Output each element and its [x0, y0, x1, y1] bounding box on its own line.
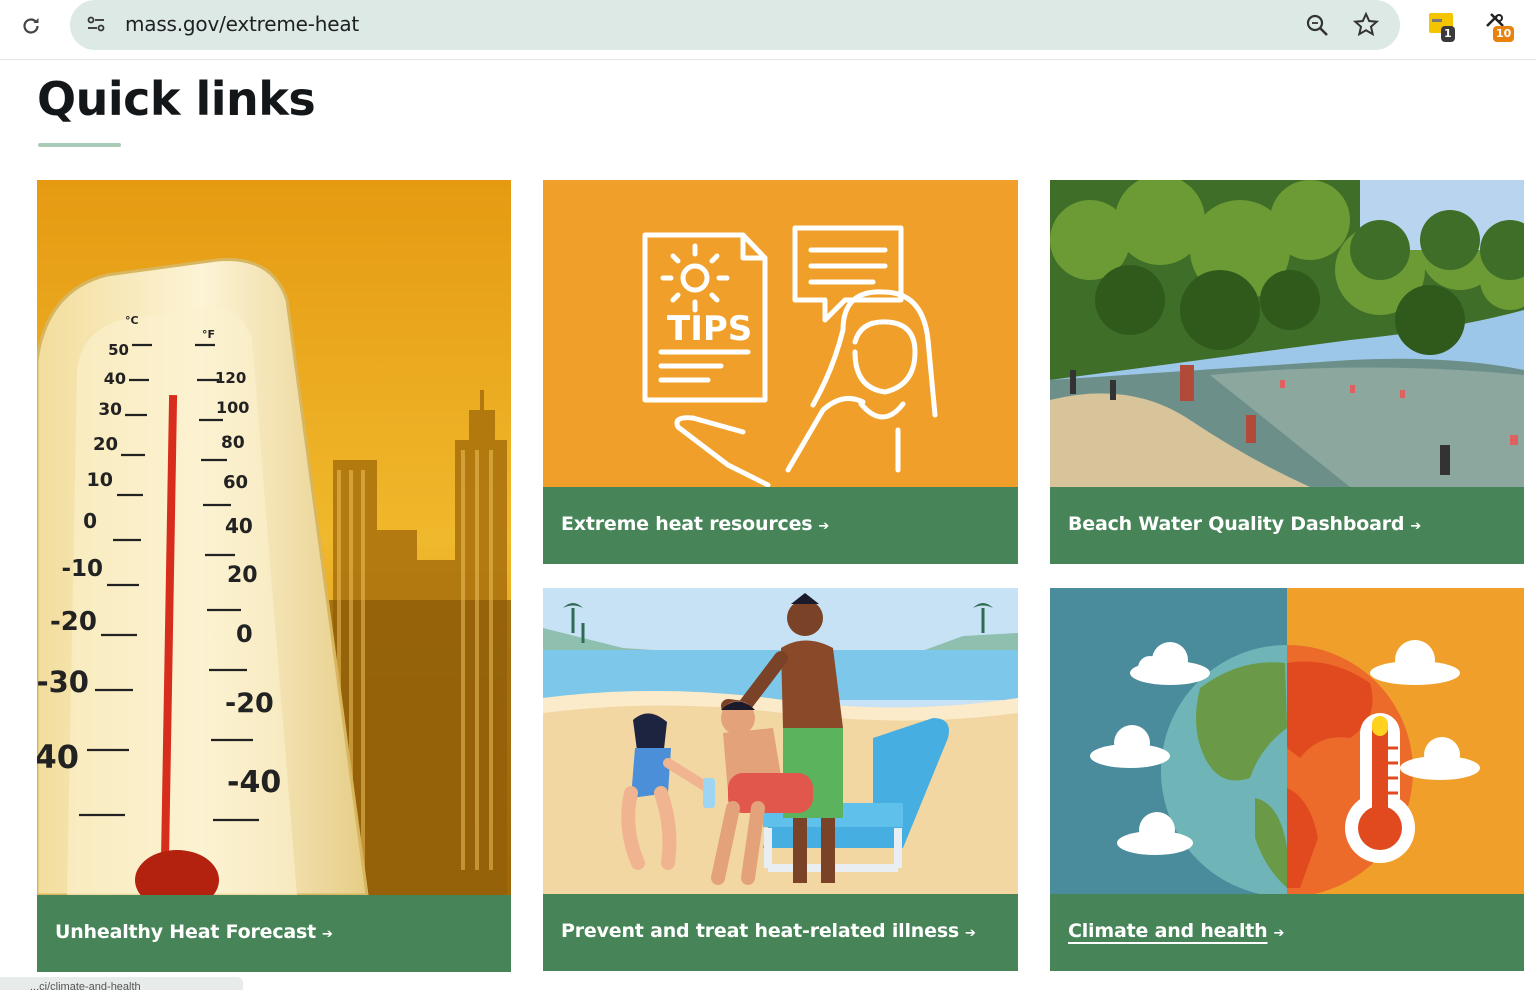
fahrenheit-tick: -40 — [227, 765, 281, 800]
card-unhealthy-heat-forecast[interactable]: °C °F 50 40 30 20 10 0 -10 -20 -30 -40 1… — [37, 180, 511, 972]
celsius-tick: -20 — [50, 607, 97, 637]
fahrenheit-tick: 0 — [236, 620, 253, 648]
thermometer-city-image: °C °F 50 40 30 20 10 0 -10 -20 -30 -40 1… — [37, 180, 511, 895]
card-label[interactable]: Climate and health ➔ — [1068, 920, 1284, 942]
fahrenheit-tick: 40 — [225, 514, 253, 538]
fahrenheit-tick: 80 — [221, 433, 245, 453]
arrow-right-icon: ➔ — [322, 927, 333, 942]
fahrenheit-tick: 120 — [215, 369, 246, 387]
fahrenheit-unit: °F — [202, 328, 215, 341]
beach-photo — [1050, 180, 1524, 487]
tool-extension-icon[interactable]: 10 — [1483, 10, 1519, 46]
celsius-tick: 40 — [104, 369, 126, 388]
celsius-unit: °C — [125, 314, 139, 327]
browser-toolbar: mass.gov/extreme-heat 1 10 — [0, 0, 1536, 60]
arrow-right-icon: ➔ — [818, 519, 830, 534]
celsius-tick: -10 — [61, 556, 103, 582]
heat-tips-illustration: TIPS — [543, 180, 1018, 487]
reload-icon[interactable] — [17, 12, 45, 40]
earth-thermometer-illustration — [1050, 588, 1524, 894]
celsius-tick: 50 — [108, 341, 129, 359]
page-title: Quick links — [37, 72, 316, 126]
extension-badge: 1 — [1441, 26, 1455, 42]
card-label[interactable]: Extreme heat resources ➔ — [561, 513, 829, 535]
card-label[interactable]: Prevent and treat heat-related illness ➔ — [561, 920, 976, 942]
celsius-tick: 30 — [98, 400, 122, 420]
card-label-bar: Prevent and treat heat-related illness ➔ — [543, 894, 1018, 971]
card-label[interactable]: Beach Water Quality Dashboard ➔ — [1068, 513, 1421, 535]
status-bar: ...ci/climate-and-health — [0, 977, 243, 990]
celsius-tick: 0 — [83, 509, 97, 533]
fahrenheit-tick: 60 — [223, 472, 248, 493]
fahrenheit-tick: -20 — [225, 688, 274, 719]
card-label-bar: Climate and health ➔ — [1050, 894, 1524, 971]
card-label-bar: Extreme heat resources ➔ — [543, 487, 1018, 564]
arrow-right-icon: ➔ — [965, 926, 976, 941]
sticky-note-extension-icon[interactable]: 1 — [1427, 10, 1463, 46]
celsius-tick: -30 — [37, 665, 89, 699]
card-extreme-heat-resources[interactable]: TIPS Extreme heat resources ➔ — [543, 180, 1018, 564]
card-climate-and-health[interactable]: Climate and health ➔ — [1050, 588, 1524, 971]
bookmark-star-icon[interactable] — [1352, 11, 1380, 39]
beach-heat-illness-illustration — [543, 588, 1018, 894]
arrow-right-icon: ➔ — [1410, 519, 1422, 534]
fahrenheit-tick: 100 — [216, 398, 249, 417]
card-label-bar: Unhealthy Heat Forecast ➔ — [37, 895, 511, 972]
card-beach-water-quality[interactable]: Beach Water Quality Dashboard ➔ — [1050, 180, 1524, 564]
zoom-icon[interactable] — [1303, 11, 1331, 39]
celsius-tick: 20 — [93, 434, 118, 455]
url-text[interactable]: mass.gov/extreme-heat — [125, 12, 359, 36]
card-prevent-heat-illness[interactable]: Prevent and treat heat-related illness ➔ — [543, 588, 1018, 971]
heading-underline — [38, 143, 121, 147]
card-label[interactable]: Unhealthy Heat Forecast ➔ — [55, 921, 333, 943]
fahrenheit-tick: 20 — [227, 563, 258, 588]
card-label-bar: Beach Water Quality Dashboard ➔ — [1050, 487, 1524, 564]
extension-badge: 10 — [1493, 26, 1515, 42]
celsius-tick: 10 — [87, 469, 113, 491]
arrow-right-icon: ➔ — [1273, 926, 1285, 941]
tips-text: TIPS — [667, 309, 752, 349]
site-info-icon[interactable] — [82, 9, 110, 39]
celsius-tick: -40 — [37, 738, 79, 776]
